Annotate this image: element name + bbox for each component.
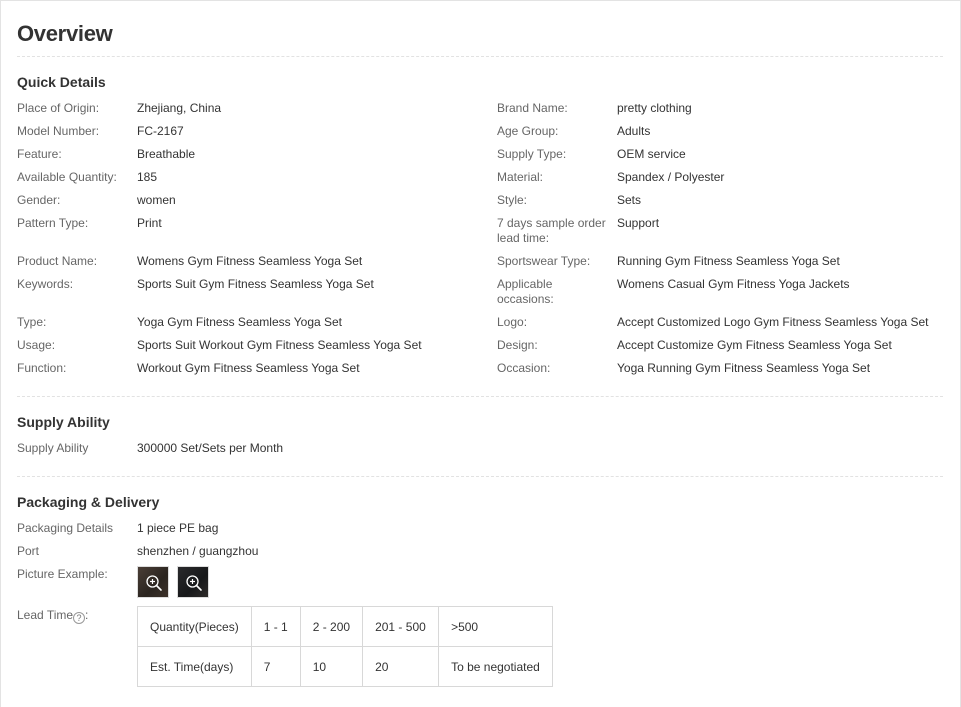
pattern-type-value: Print	[137, 216, 162, 230]
table-cell: 201 - 500	[362, 606, 440, 647]
table-cell: 10	[299, 646, 364, 687]
table-row: Est. Time(days) 7 10 20 To be negotiated	[137, 646, 553, 687]
lead-time-label-text: Lead Time	[17, 608, 74, 622]
packaging-delivery-title: Packaging & Delivery	[17, 494, 160, 510]
supply-ability-title: Supply Ability	[17, 414, 110, 430]
product-name-label: Product Name:	[17, 254, 98, 268]
keywords-label: Keywords:	[17, 277, 74, 291]
available-quantity-value: 185	[137, 170, 158, 184]
lead-time-label: Lead Time?:	[17, 608, 88, 624]
material-label: Material:	[497, 170, 544, 184]
sample-order-value: Support	[617, 216, 660, 230]
material-value: Spandex / Polyester	[617, 170, 725, 184]
style-value: Sets	[617, 193, 642, 207]
pattern-type-label: Pattern Type:	[17, 216, 89, 230]
page-title: Overview	[17, 21, 113, 46]
table-cell: 1 - 1	[250, 606, 301, 647]
divider	[17, 56, 943, 57]
lead-time-label-colon: :	[85, 608, 89, 622]
help-icon[interactable]: ?	[73, 612, 86, 624]
supply-type-value: OEM service	[617, 147, 686, 161]
applicable-occasions-value: Womens Casual Gym Fitness Yoga Jackets	[617, 277, 850, 291]
occasion-value: Yoga Running Gym Fitness Seamless Yoga S…	[617, 361, 871, 375]
applicable-occasions-label-line2: occasions:	[497, 292, 554, 306]
available-quantity-label: Available Quantity:	[17, 170, 117, 184]
table-cell: Est. Time(days)	[137, 646, 252, 687]
function-label: Function:	[17, 361, 67, 375]
table-cell: To be negotiated	[438, 646, 553, 687]
table-cell: 7	[250, 646, 301, 687]
keywords-value: Sports Suit Gym Fitness Seamless Yoga Se…	[137, 277, 374, 291]
packaging-details-value: 1 piece PE bag	[137, 521, 219, 535]
feature-value: Breathable	[137, 147, 196, 161]
table-cell: Quantity(Pieces)	[137, 606, 252, 647]
design-value: Accept Customize Gym Fitness Seamless Yo…	[617, 338, 892, 352]
lead-time-table: Quantity(Pieces) 1 - 1 2 - 200 201 - 500…	[137, 606, 553, 687]
zoom-in-icon	[146, 575, 162, 591]
type-value: Yoga Gym Fitness Seamless Yoga Set	[137, 315, 343, 329]
occasion-label: Occasion:	[497, 361, 551, 375]
applicable-occasions-label-line1: Applicable	[497, 277, 553, 291]
divider	[17, 476, 943, 477]
divider	[17, 396, 943, 397]
place-of-origin-label: Place of Origin:	[17, 101, 100, 115]
logo-value: Accept Customized Logo Gym Fitness Seaml…	[617, 315, 929, 329]
sportswear-type-label: Sportswear Type:	[497, 254, 591, 268]
quick-details-title: Quick Details	[17, 74, 106, 90]
table-cell: 2 - 200	[299, 606, 364, 647]
supply-ability-value: 300000 Set/Sets per Month	[137, 441, 284, 455]
picture-example-label: Picture Example:	[17, 567, 108, 581]
age-group-label: Age Group:	[497, 124, 559, 138]
type-label: Type:	[17, 315, 47, 329]
usage-label: Usage:	[17, 338, 56, 352]
model-number-label: Model Number:	[17, 124, 100, 138]
table-cell: >500	[438, 606, 553, 647]
function-value: Workout Gym Fitness Seamless Yoga Set	[137, 361, 360, 375]
age-group-value: Adults	[617, 124, 651, 138]
picture-thumbnail-2[interactable]	[177, 566, 209, 598]
design-label: Design:	[497, 338, 538, 352]
gender-value: women	[137, 193, 176, 207]
port-label: Port	[17, 544, 40, 558]
table-row: Quantity(Pieces) 1 - 1 2 - 200 201 - 500…	[137, 606, 553, 647]
sportswear-type-value: Running Gym Fitness Seamless Yoga Set	[617, 254, 840, 268]
zoom-in-icon	[186, 575, 202, 591]
port-value: shenzhen / guangzhou	[137, 544, 259, 558]
logo-label: Logo:	[497, 315, 528, 329]
sample-order-label-line2: lead time:	[497, 231, 550, 245]
model-number-value: FC-2167	[137, 124, 184, 138]
product-overview-panel: Overview Quick Details Place of Origin: …	[0, 0, 961, 707]
picture-thumbnail-1[interactable]	[137, 566, 169, 598]
feature-label: Feature:	[17, 147, 62, 161]
place-of-origin-value: Zhejiang, China	[137, 101, 222, 115]
usage-value: Sports Suit Workout Gym Fitness Seamless…	[137, 338, 422, 352]
brand-name-label: Brand Name:	[497, 101, 568, 115]
gender-label: Gender:	[17, 193, 61, 207]
packaging-details-label: Packaging Details	[17, 521, 114, 535]
supply-ability-label: Supply Ability	[17, 441, 89, 455]
brand-name-value: pretty clothing	[617, 101, 692, 115]
style-label: Style:	[497, 193, 528, 207]
table-cell: 20	[362, 646, 440, 687]
sample-order-label-line1: 7 days sample order	[497, 216, 606, 230]
product-name-value: Womens Gym Fitness Seamless Yoga Set	[137, 254, 363, 268]
supply-type-label: Supply Type:	[497, 147, 567, 161]
